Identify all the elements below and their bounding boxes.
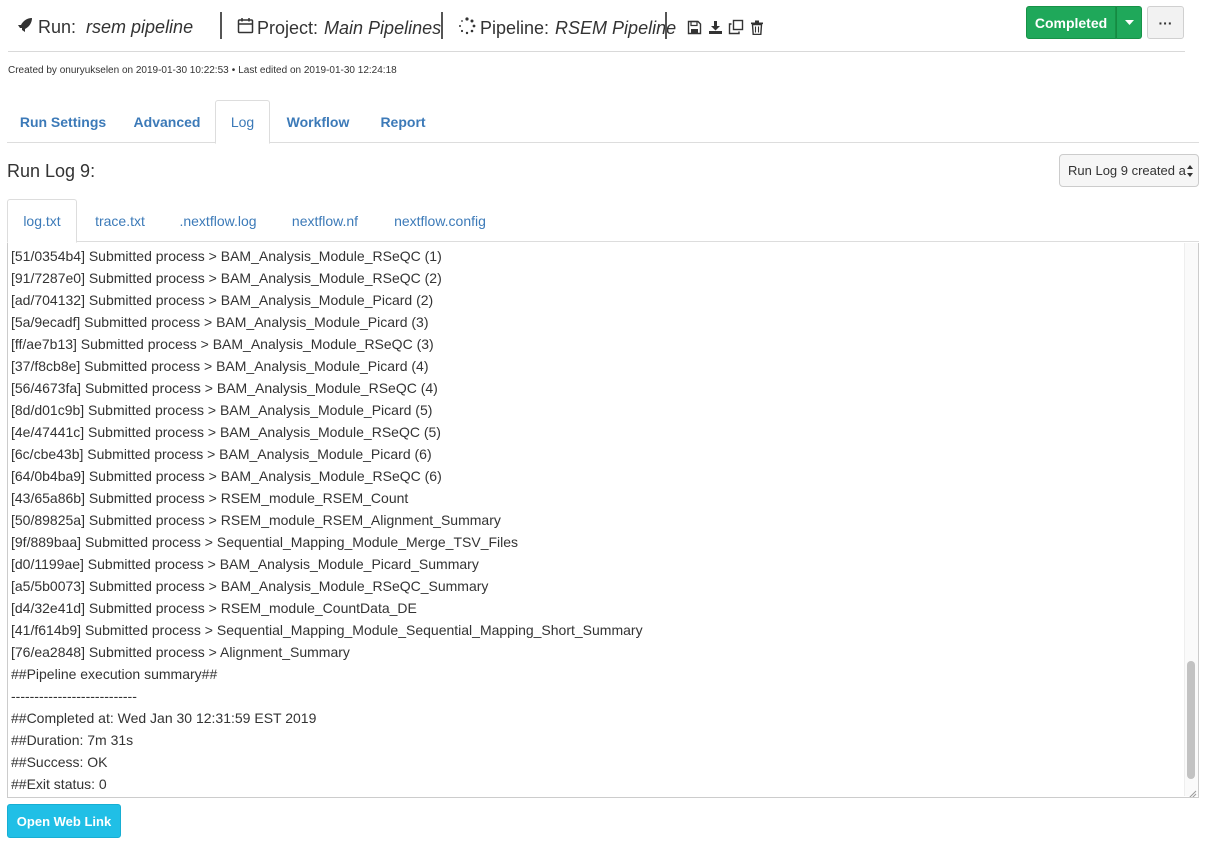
log-line: [a5/5b0073] Submitted process > BAM_Anal…	[11, 578, 489, 594]
tab-advanced[interactable]: Advanced	[121, 100, 213, 143]
calendar-icon	[237, 17, 254, 39]
log-line: [41/f614b9] Submitted process > Sequenti…	[11, 622, 643, 638]
log-textarea[interactable]: [51/0354b4] Submitted process > BAM_Anal…	[7, 243, 1199, 798]
log-line: [76/ea2848] Submitted process > Alignmen…	[11, 644, 350, 660]
open-web-link-button[interactable]: Open Web Link	[7, 804, 121, 838]
edited-text: Last edited on 2019-01-30 12:24:18	[238, 65, 397, 76]
project-info: Project: Main Pipelines	[237, 17, 441, 39]
log-line: [ad/704132] Submitted process > BAM_Anal…	[11, 292, 434, 308]
run-log-select-value: Run Log 9 created at	[1068, 163, 1190, 178]
log-line: [9f/889baa] Submitted process > Sequenti…	[11, 534, 519, 550]
log-line: ##Duration: 7m 31s	[11, 732, 134, 748]
log-line: [50/89825a] Submitted process > RSEM_mod…	[11, 512, 501, 528]
divider	[220, 12, 222, 39]
log-file-tabs: log.txt trace.txt .nextflow.log nextflow…	[7, 199, 1199, 243]
project-label: Project:	[257, 17, 319, 38]
log-line: ##Completed at: Wed Jan 30 12:31:59 EST …	[11, 710, 317, 726]
log-line: [43/65a86b] Submitted process > RSEM_mod…	[11, 490, 409, 506]
log-line: ##Exit status: 0	[11, 776, 107, 792]
tab-log-txt[interactable]: log.txt	[7, 199, 77, 243]
created-text: Created by onuryukselen on 2019-01-30 10…	[8, 65, 229, 76]
log-line: [37/f8cb8e] Submitted process > BAM_Anal…	[11, 358, 429, 374]
log-line: ##Pipeline execution summary##	[11, 666, 218, 682]
run-log-title: Run Log 9:	[7, 161, 96, 181]
divider	[665, 12, 667, 39]
log-content: [51/0354b4] Submitted process > BAM_Anal…	[11, 245, 643, 795]
tab-nextflow-nf[interactable]: nextflow.nf	[277, 199, 373, 242]
log-line: [d0/1199ae] Submitted process > BAM_Anal…	[11, 556, 479, 572]
run-header: Run: rsem pipeline Project: Main Pipelin…	[8, 6, 1185, 52]
tab-report[interactable]: Report	[365, 100, 441, 143]
tab-trace-txt[interactable]: trace.txt	[81, 199, 159, 242]
scrollbar[interactable]	[1184, 243, 1198, 796]
log-line: ##Success: OK	[11, 754, 108, 770]
log-line: [51/0354b4] Submitted process > BAM_Anal…	[11, 248, 442, 264]
run-label: Run:	[38, 17, 77, 37]
log-line: [4e/47441c] Submitted process > BAM_Anal…	[11, 424, 441, 440]
status-completed-button[interactable]: Completed	[1026, 6, 1116, 39]
log-line: ---------------------------	[11, 688, 137, 704]
copy-icon[interactable]	[727, 18, 745, 36]
tab-workflow[interactable]: Workflow	[273, 100, 363, 143]
pipeline-info: Pipeline: RSEM Pipeline	[458, 17, 676, 40]
save-icon[interactable]	[685, 18, 703, 36]
divider	[441, 12, 443, 39]
log-line: [d4/32e41d] Submitted process > RSEM_mod…	[11, 600, 417, 616]
log-line: [8d/d01c9b] Submitted process > BAM_Anal…	[11, 402, 433, 418]
pipeline-name[interactable]: RSEM Pipeline	[555, 18, 676, 39]
scrollbar-thumb[interactable]	[1187, 661, 1195, 779]
spinner-icon	[458, 17, 476, 40]
run-tabs: Run Settings Advanced Log Workflow Repor…	[7, 100, 1199, 144]
log-line: [6c/cbe43b] Submitted process > BAM_Anal…	[11, 446, 432, 462]
resize-handle-icon[interactable]	[1187, 786, 1197, 797]
log-line: [91/7287e0] Submitted process > BAM_Anal…	[11, 270, 442, 286]
log-line: [ff/ae7b13] Submitted process > BAM_Anal…	[11, 336, 434, 352]
select-arrows-icon	[1186, 163, 1194, 179]
tab-run-settings[interactable]: Run Settings	[7, 100, 119, 143]
pipeline-label: Pipeline:	[480, 18, 550, 38]
more-options-button[interactable]: ···	[1147, 6, 1184, 39]
run-name[interactable]: rsem pipeline	[86, 17, 193, 38]
log-line: [56/4673fa] Submitted process > BAM_Anal…	[11, 380, 438, 396]
tab-nextflow-log[interactable]: .nextflow.log	[165, 199, 271, 242]
trash-icon[interactable]	[748, 18, 766, 36]
run-log-select[interactable]: Run Log 9 created at	[1059, 154, 1199, 187]
log-line: [5a/9ecadf] Submitted process > BAM_Anal…	[11, 314, 429, 330]
caret-down-icon	[1124, 19, 1134, 25]
status-dropdown-toggle[interactable]	[1116, 6, 1142, 39]
project-name[interactable]: Main Pipelines	[324, 18, 441, 39]
tab-log[interactable]: Log	[215, 100, 270, 144]
meta-separator: •	[231, 65, 236, 76]
rocket-icon	[17, 17, 33, 38]
tab-nextflow-config[interactable]: nextflow.config	[379, 199, 501, 242]
created-info: Created by onuryukselen on 2019-01-30 10…	[8, 65, 397, 76]
run-title: Run: rsem pipeline	[17, 17, 193, 38]
log-line: [64/0b4ba9] Submitted process > BAM_Anal…	[11, 468, 442, 484]
download-icon[interactable]	[706, 18, 724, 36]
run-actions	[685, 18, 766, 36]
